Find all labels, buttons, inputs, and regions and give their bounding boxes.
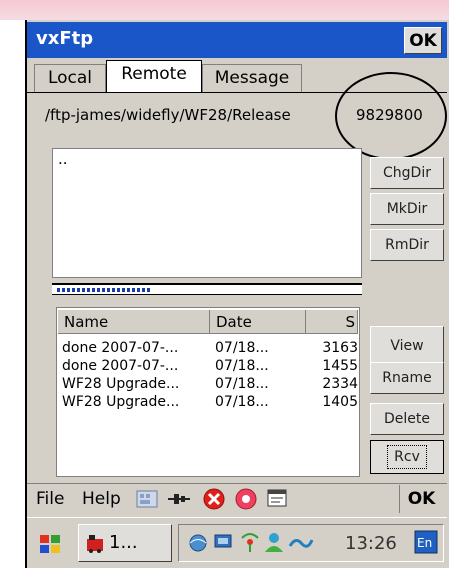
file-name[interactable]: done 2007-07-... xyxy=(62,358,208,374)
rmdir-button[interactable]: RmDir xyxy=(370,229,444,261)
top-band xyxy=(0,0,449,20)
connection-icon[interactable] xyxy=(168,490,190,508)
file-date[interactable]: 07/18... xyxy=(215,340,295,356)
clock: 13:26 xyxy=(345,533,397,554)
file-name[interactable]: done 2007-07-... xyxy=(62,340,208,356)
file-size[interactable]: 1455 xyxy=(314,358,358,374)
column-header-date[interactable]: Date xyxy=(210,310,306,334)
file-date[interactable]: 07/18... xyxy=(215,376,295,392)
tab-remote[interactable]: Remote xyxy=(106,60,202,93)
file-name[interactable]: WF28 Upgrade... xyxy=(62,376,208,392)
chgdir-button[interactable]: ChgDir xyxy=(370,157,444,189)
file-date[interactable]: 07/18... xyxy=(215,394,295,410)
keyboard-icon[interactable] xyxy=(136,488,158,510)
app-icon xyxy=(87,535,103,553)
file-size[interactable]: 1405 xyxy=(314,394,358,410)
window-title: vxFtp xyxy=(36,28,94,49)
start-icon[interactable] xyxy=(38,532,62,556)
delete-button[interactable]: Delete xyxy=(370,403,444,435)
column-header-size[interactable]: S xyxy=(306,310,358,334)
link-icon[interactable] xyxy=(288,532,314,552)
tab-local[interactable]: Local xyxy=(34,64,106,92)
ok-button[interactable]: OK xyxy=(404,27,442,54)
svg-text:En: En xyxy=(417,536,432,550)
stop-icon[interactable] xyxy=(202,487,226,511)
receive-button-label: Rcv xyxy=(387,445,427,469)
rename-button[interactable]: Rname xyxy=(370,362,444,394)
file-date[interactable]: 07/18... xyxy=(215,358,295,374)
port-value: 9829800 xyxy=(356,106,423,124)
file-name[interactable]: WF28 Upgrade... xyxy=(62,394,208,410)
view-button[interactable]: View xyxy=(370,326,444,366)
transfer-progress-fill xyxy=(57,288,150,292)
menu-file[interactable]: File xyxy=(36,489,64,509)
input-language-icon[interactable]: En xyxy=(414,530,438,554)
sync-icon[interactable] xyxy=(212,530,236,554)
parent-dir-item[interactable]: .. xyxy=(58,150,68,168)
properties-icon[interactable] xyxy=(266,487,290,511)
disconnect-icon[interactable] xyxy=(234,487,258,511)
directory-list[interactable] xyxy=(52,148,362,278)
file-size[interactable]: 3163 xyxy=(314,340,358,356)
user-icon[interactable] xyxy=(262,530,286,554)
column-header-name[interactable]: Name xyxy=(58,310,210,334)
network-icon[interactable] xyxy=(186,530,210,554)
tab-message[interactable]: Message xyxy=(202,64,302,92)
menu-ok-button[interactable]: OK xyxy=(399,485,443,513)
wireless-icon[interactable] xyxy=(238,530,262,554)
file-size[interactable]: 2334 xyxy=(314,376,358,392)
receive-button[interactable]: Rcv xyxy=(370,440,444,474)
remote-path: /ftp-james/widefly/WF28/Release xyxy=(45,106,291,124)
mkdir-button[interactable]: MkDir xyxy=(370,193,444,225)
menu-help[interactable]: Help xyxy=(82,489,121,509)
